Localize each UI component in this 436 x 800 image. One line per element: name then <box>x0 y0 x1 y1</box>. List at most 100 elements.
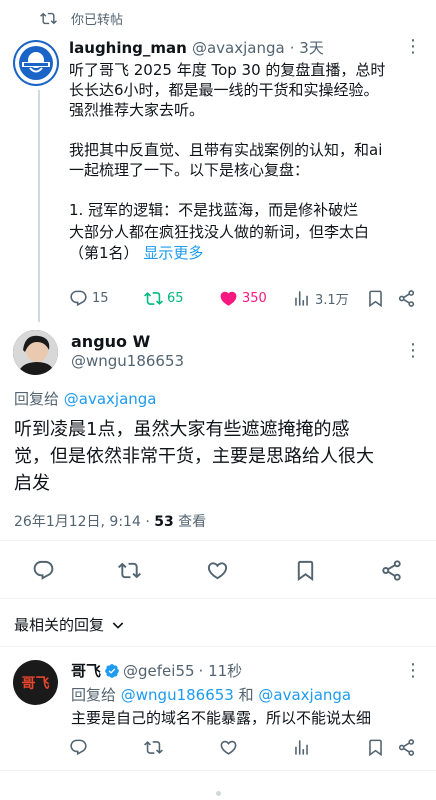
scroll-indicator-dot <box>216 791 221 796</box>
avatar-anguo-w[interactable] <box>13 330 58 375</box>
reply-icon <box>70 739 87 756</box>
heart-outline-icon <box>207 562 228 580</box>
tweet1-header: laughing_man @avaxjanga · 3天 <box>69 37 324 58</box>
author-handle[interactable]: @gefei55 <box>123 662 195 680</box>
reply1-header: 哥飞 @gefei55 · 11秒 <box>71 660 242 681</box>
retweet-count: 65 <box>167 291 184 306</box>
author-name[interactable]: anguo W <box>71 332 150 351</box>
reply-to-prefix: 回复给 <box>14 390 64 408</box>
views-button[interactable]: 3.1万 <box>292 289 349 308</box>
tweet-views-count: 53 <box>154 514 174 530</box>
like-button[interactable] <box>206 559 233 582</box>
tweet-line: 强烈推荐大家去听。 <box>69 101 205 119</box>
author-handle[interactable]: @wngu186653 <box>71 352 184 370</box>
reply-count: 15 <box>92 291 109 306</box>
retweeted-indicator: 你已转帖 <box>40 9 123 28</box>
retweet-icon <box>144 292 163 305</box>
reply-time[interactable]: · 11秒 <box>199 660 243 681</box>
show-more-link[interactable]: 显示更多 <box>143 244 203 262</box>
laughing-man-logo-icon <box>15 42 57 84</box>
tweet-views-label: 查看 <box>173 514 207 530</box>
tweet-line <box>69 180 429 200</box>
tweet-line: 大部分人都在疯狂找没人做的新词，但李太白 <box>69 223 370 241</box>
retweet-icon <box>144 741 163 754</box>
heart-outline-icon <box>220 740 237 755</box>
tweet2-body[interactable]: 听到凌晨1点，虽然大家有些遮遮掩掩的感 觉，但是依然非常干货，主要是思路给人很大… <box>14 416 426 497</box>
retweeted-label: 你已转帖 <box>71 13 124 28</box>
avatar-label: 哥飞 <box>21 675 50 692</box>
avatar-gefei[interactable]: 哥飞 <box>13 660 58 705</box>
tweet-line: 一起梳理了一下。以下是核心复盘： <box>69 161 310 179</box>
reply-to-and: 和 <box>233 686 259 704</box>
tweet-time[interactable]: · 3天 <box>290 39 324 57</box>
bookmark-icon <box>297 560 314 581</box>
more-options-icon[interactable]: ⋮ <box>404 36 422 57</box>
author-name[interactable]: laughing_man <box>69 39 187 57</box>
chevron-down-icon <box>112 621 124 629</box>
reply-to-line: 回复给 @avaxjanga <box>14 388 157 409</box>
divider <box>0 646 436 647</box>
tweet-line: 我把其中反直觉、且带有实战案例的认知，和ai <box>69 141 383 159</box>
author-handle[interactable]: @avaxjanga <box>192 39 285 57</box>
retweet-button[interactable] <box>118 559 145 582</box>
thread-connector <box>38 90 40 322</box>
retweet-button[interactable] <box>144 738 167 757</box>
tweet-meta: 26年1月12日, 9:14 · 53 查看 <box>14 511 206 531</box>
share-icon <box>398 739 415 756</box>
verified-badge-icon <box>105 663 119 678</box>
divider <box>0 770 436 771</box>
share-button[interactable] <box>397 738 420 757</box>
tweet-line: 听到凌晨1点，虽然大家有些遮遮掩掩的感 <box>14 419 350 440</box>
bookmark-button[interactable] <box>366 289 389 308</box>
person-photo-icon <box>13 330 58 375</box>
reply-icon <box>33 560 54 580</box>
bookmark-icon <box>369 739 382 757</box>
tweet1-body[interactable]: 听了哥飞 2025 年度 Top 30 的复盘直播，总时 长长达6小时，都是最一… <box>69 60 429 263</box>
bookmark-icon <box>369 290 382 308</box>
tweet-line: 1. 冠军的逻辑：不是找蓝海，而是修补破烂 <box>69 201 359 219</box>
avatar-laughing-man[interactable] <box>13 40 59 86</box>
reply-to-line: 回复给 @wngu186653 和 @avaxjanga <box>71 684 351 705</box>
views-chart-icon <box>295 291 308 306</box>
reply-icon <box>70 290 87 307</box>
reply-to-mention[interactable]: @avaxjanga <box>64 390 157 408</box>
tweet-line: 觉，但是依然非常干货，主要是思路给人很大 <box>14 446 374 467</box>
replies-sort-label: 最相关的回复 <box>14 616 105 634</box>
like-count: 350 <box>242 291 267 306</box>
share-button[interactable] <box>397 289 420 308</box>
author-name[interactable]: 哥飞 <box>71 660 101 681</box>
reply1-body[interactable]: 主要是自己的域名不能暴露，所以不能说太细 <box>71 708 371 728</box>
reply-to-prefix: 回复给 <box>71 686 121 704</box>
tweet-date[interactable]: 26年1月12日, 9:14 · <box>14 514 154 530</box>
tweet-line: 长长达6小时，都是最一线的干货和实操经验。 <box>69 81 379 99</box>
like-button[interactable] <box>219 738 242 757</box>
like-button[interactable]: 350 <box>219 289 267 308</box>
retweet-icon <box>118 562 141 579</box>
share-icon <box>398 290 415 307</box>
share-button[interactable] <box>380 559 407 582</box>
retweet-button[interactable]: 65 <box>144 289 184 308</box>
tweet-line: （第1名） <box>69 244 139 262</box>
replies-sort-dropdown[interactable]: 最相关的回复 <box>14 614 126 635</box>
share-icon <box>382 560 401 581</box>
more-options-icon[interactable]: ⋮ <box>404 340 422 361</box>
retweet-icon <box>40 12 57 25</box>
more-options-icon[interactable]: ⋮ <box>404 660 422 681</box>
views-button[interactable] <box>292 738 315 757</box>
reply-button[interactable]: 15 <box>69 289 109 308</box>
divider <box>0 540 436 541</box>
tweet-last-line: （第1名） 显示更多 <box>69 243 429 263</box>
bookmark-button[interactable] <box>366 738 389 757</box>
reply-to-mention[interactable]: @avaxjanga <box>258 686 351 704</box>
views-count: 3.1万 <box>315 293 349 308</box>
reply-to-mention[interactable]: @wngu186653 <box>121 686 234 704</box>
tweet-line <box>69 120 429 140</box>
views-chart-icon <box>295 740 308 755</box>
tweet-line: 启发 <box>14 473 50 494</box>
heart-icon <box>220 291 237 306</box>
reply-button[interactable] <box>69 738 92 757</box>
divider <box>0 598 436 599</box>
tweet-line: 听了哥飞 2025 年度 Top 30 的复盘直播，总时 <box>69 61 386 79</box>
bookmark-button[interactable] <box>294 559 321 582</box>
reply-button[interactable] <box>32 559 59 582</box>
